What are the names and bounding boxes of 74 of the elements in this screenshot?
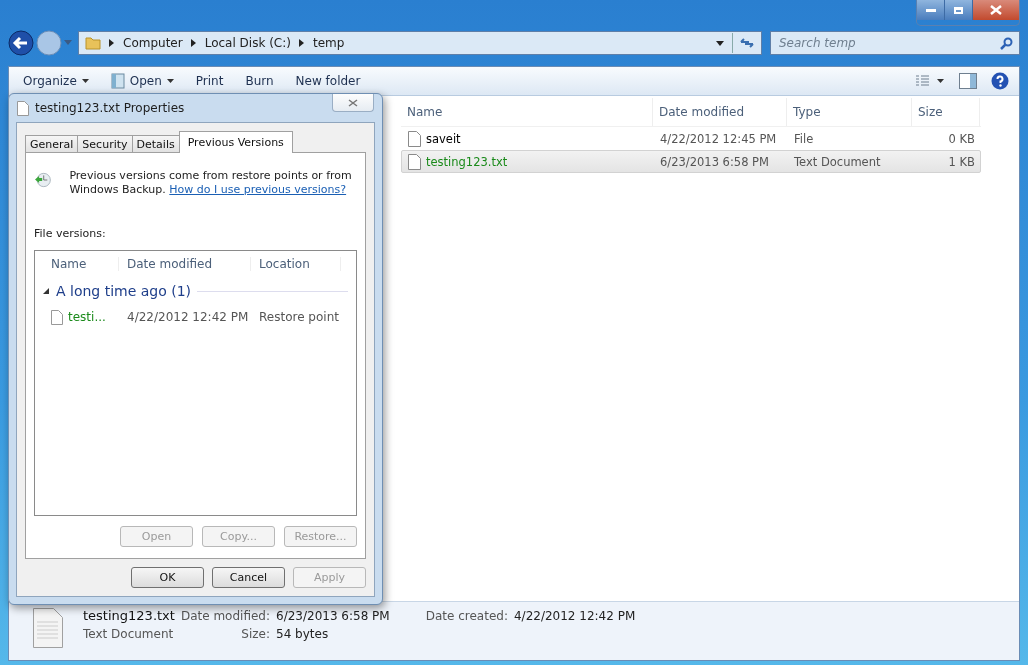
file-name: testing123.txt <box>426 154 508 169</box>
close-button[interactable] <box>973 0 1019 20</box>
column-header[interactable]: Type <box>787 98 912 126</box>
file-type: Text Document <box>83 627 175 641</box>
close-icon <box>348 98 358 107</box>
field-value: 54 bytes <box>276 627 330 641</box>
address-bar[interactable]: Computer Local Disk (C:) temp <box>78 31 762 55</box>
document-icon <box>51 309 63 325</box>
file-name: saveit <box>426 131 461 146</box>
search-icon <box>1000 36 1013 50</box>
file-name: testi... <box>68 310 106 324</box>
section-label: File versions: <box>34 227 107 240</box>
toolbar-button[interactable]: Print <box>191 72 228 90</box>
chevron-icon <box>109 39 115 47</box>
breadcrumb-item[interactable]: Computer <box>123 36 183 50</box>
tab[interactable]: General <box>25 135 79 153</box>
field-label: Size: <box>240 627 270 641</box>
date-cell-text: 6/23/2013 6:58 PM <box>659 154 770 169</box>
field-value: 4/22/2012 12:42 PM <box>513 609 636 623</box>
file-row[interactable]: testing123.txt 6/23/2013 6:58 PM Text Document 1 KB <box>401 150 981 173</box>
date-cell-text: 4/22/2012 12:42 PM <box>126 310 250 324</box>
tab[interactable]: Security <box>77 135 133 153</box>
column-header[interactable]: Size <box>912 98 980 126</box>
info-text: Previous versions come from restore points or from Windows Backup. How do I use previous versions? <box>69 169 353 197</box>
toolbar-button[interactable]: New folder <box>291 72 365 90</box>
dropdown-icon[interactable] <box>716 40 724 46</box>
view-options-icon[interactable] <box>915 75 945 87</box>
column-header[interactable]: Date modified <box>653 98 787 126</box>
toolbar-button[interactable]: Open <box>106 71 178 91</box>
search-field[interactable]: Search temp <box>770 31 1020 55</box>
breadcrumb-item[interactable]: temp <box>312 36 345 50</box>
help-icon[interactable] <box>991 72 1009 90</box>
date-cell-text: 4/22/2012 12:45 PM <box>659 131 778 146</box>
close-button[interactable] <box>332 94 374 112</box>
version-row[interactable]: testi... 4/22/2012 12:42 PM Restore point <box>43 305 348 329</box>
tab[interactable]: Details <box>131 135 180 153</box>
toolbar-button[interactable]: Organize <box>19 72 93 90</box>
maximize-button[interactable] <box>945 0 973 20</box>
file-name: testing123.txt <box>83 608 175 623</box>
document-icon <box>110 73 125 89</box>
column-header[interactable]: Name <box>43 257 119 271</box>
tab[interactable]: Previous Versions <box>178 131 293 153</box>
document-icon <box>408 130 421 147</box>
document-icon <box>17 100 29 116</box>
location-cell-text: Restore point <box>258 310 340 324</box>
field-value: 6/23/2013 6:58 PM <box>276 609 390 623</box>
back-button[interactable] <box>8 30 34 56</box>
folder-icon <box>85 35 101 51</box>
dialog-title: testing123.txt Properties <box>35 101 185 115</box>
column-header[interactable]: Date modified <box>119 257 251 271</box>
preview-pane-icon[interactable] <box>959 73 977 89</box>
field-label: Date modified: <box>180 609 270 623</box>
chevron-icon <box>190 39 197 47</box>
dialog-button[interactable]: Cancel <box>212 567 285 588</box>
document-icon <box>33 608 63 648</box>
help-link[interactable]: How do I use previous versions? <box>169 183 347 196</box>
file-row[interactable]: saveit 4/22/2012 12:45 PM File 0 KB <box>401 127 981 150</box>
minimize-button[interactable] <box>917 0 945 20</box>
size-cell-text: 1 KB <box>947 154 976 169</box>
toolbar-button[interactable]: Burn <box>241 72 278 90</box>
breadcrumb-item[interactable]: Local Disk (C:) <box>204 36 291 50</box>
column-header[interactable]: Location <box>251 257 341 271</box>
collapse-icon[interactable] <box>43 287 50 295</box>
document-icon <box>408 153 421 170</box>
search-input[interactable]: Search temp <box>777 35 1000 51</box>
dialog-button[interactable]: OK <box>131 567 204 588</box>
type-cell-text: Text Document <box>793 154 882 169</box>
size-cell-text: 0 KB <box>947 131 976 146</box>
field-label: Date created: <box>425 609 508 623</box>
group-header: A long time ago (1) <box>56 283 192 299</box>
column-header[interactable]: Name <box>401 98 653 126</box>
type-cell-text: File <box>793 131 815 146</box>
chevron-icon <box>298 39 305 47</box>
close-icon <box>990 5 1002 15</box>
